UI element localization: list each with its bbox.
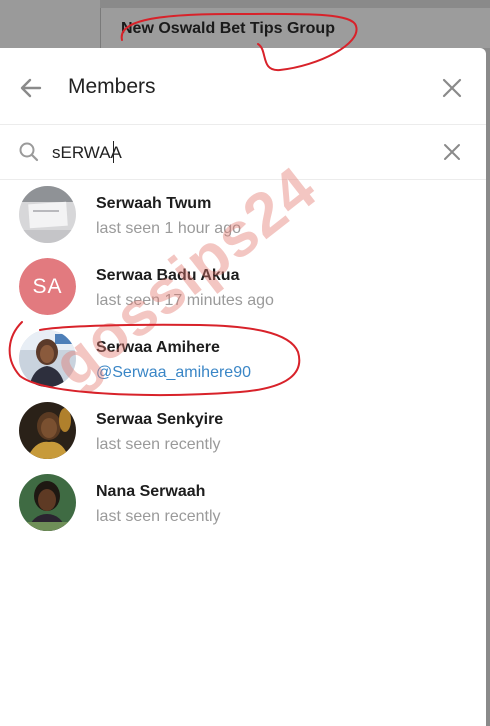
search-input[interactable] (52, 139, 422, 167)
text-caret (113, 141, 114, 163)
member-row[interactable]: Serwaa Amihere @Serwaa_amihere90 (0, 324, 486, 396)
member-username-link[interactable]: @Serwaa_amihere90 (96, 364, 251, 382)
avatar (19, 330, 76, 387)
avatar: SA (19, 258, 76, 315)
member-row[interactable]: Serwaa Senkyire last seen recently (0, 396, 486, 468)
member-name: Serwaah Twum (96, 195, 212, 212)
avatar (19, 402, 76, 459)
member-status: last seen 1 hour ago (96, 220, 241, 237)
member-name: Serwaa Badu Akua (96, 267, 240, 284)
avatar-initials: SA (19, 258, 76, 315)
avatar (19, 186, 76, 243)
member-status: last seen 17 minutes ago (96, 292, 274, 309)
member-row[interactable]: Nana Serwaah last seen recently (0, 468, 486, 540)
search-icon (19, 142, 39, 162)
chat-header: New Oswald Bet Tips Group (100, 8, 490, 48)
arrow-left-icon (20, 78, 42, 98)
back-button[interactable] (16, 74, 48, 102)
member-status: last seen recently (96, 508, 221, 525)
member-name: Nana Serwaah (96, 483, 206, 500)
members-dialog: Members sERWAA Serwaah Twum last seen 1 … (0, 48, 486, 726)
member-status: last seen recently (96, 436, 221, 453)
avatar (19, 474, 76, 531)
dialog-header: Members (0, 48, 486, 124)
close-icon (442, 78, 462, 98)
member-row[interactable]: SA Serwaa Badu Akua last seen 17 minutes… (0, 252, 486, 324)
clear-search-button[interactable] (438, 140, 466, 166)
search-bar (0, 124, 486, 180)
close-button[interactable] (436, 74, 468, 102)
member-row[interactable]: Serwaah Twum last seen 1 hour ago (0, 180, 486, 252)
chat-title: New Oswald Bet Tips Group (121, 20, 335, 37)
member-list: Serwaah Twum last seen 1 hour ago SA Ser… (0, 180, 486, 540)
chat-sidebar (0, 0, 100, 50)
member-name: Serwaa Senkyire (96, 411, 224, 428)
dialog-title: Members (68, 75, 156, 98)
clear-icon (444, 144, 460, 160)
member-name: Serwaa Amihere (96, 339, 220, 356)
